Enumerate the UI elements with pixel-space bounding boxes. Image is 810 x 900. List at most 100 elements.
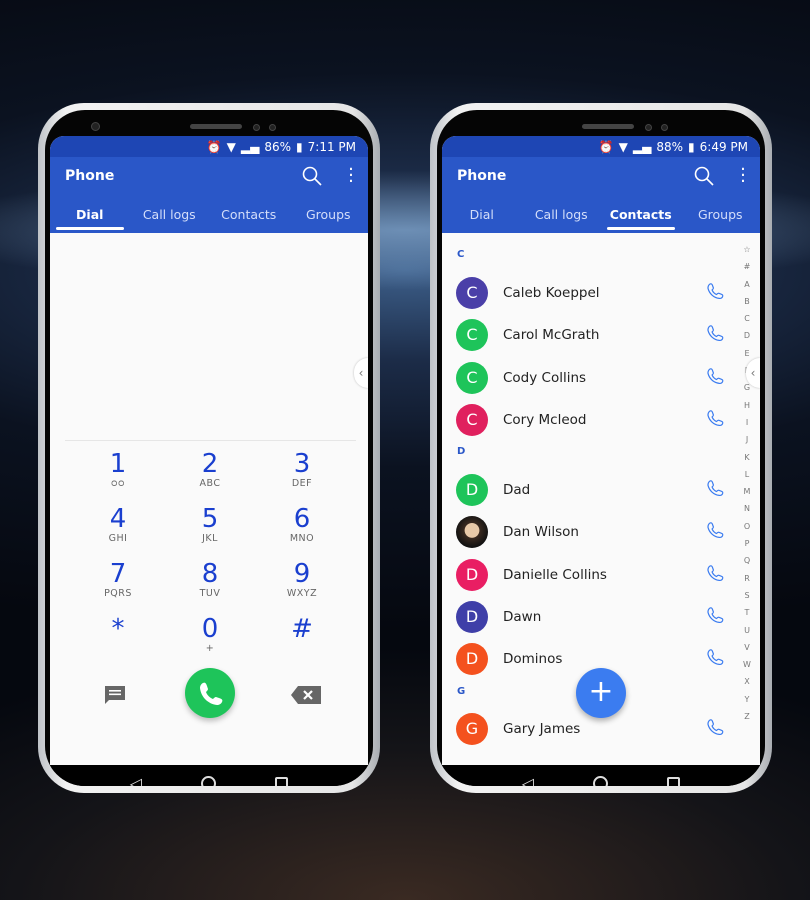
contact-row[interactable]: D Dawn (442, 596, 732, 638)
call-icon[interactable] (705, 409, 725, 429)
key-3[interactable]: 3 DEF (262, 450, 342, 489)
tab-call-logs[interactable]: Call logs (130, 197, 210, 233)
tab-dial[interactable]: Dial (442, 197, 522, 233)
key-digit: 7 (109, 559, 127, 589)
index-letter[interactable]: Y (740, 691, 754, 708)
home-icon[interactable] (201, 776, 217, 786)
edge-panel-handle[interactable]: ‹ (354, 358, 368, 388)
index-letter[interactable]: K (740, 449, 754, 466)
call-icon[interactable] (705, 479, 725, 499)
index-letter[interactable]: B (740, 293, 754, 310)
tab-dial[interactable]: Dial (50, 197, 130, 233)
index-letter[interactable]: ☆ (740, 241, 754, 258)
key-star[interactable]: * (78, 615, 158, 643)
contact-row[interactable]: C Cory Mcleod (442, 399, 732, 441)
call-icon[interactable] (705, 606, 725, 626)
contact-row[interactable]: Dan Wilson (442, 511, 732, 553)
index-letter[interactable]: A (740, 276, 754, 293)
index-letter[interactable]: R (740, 570, 754, 587)
key-9[interactable]: 9 WXYZ (262, 560, 342, 599)
contact-row[interactable]: C Carol McGrath (442, 314, 732, 356)
recents-icon[interactable] (275, 777, 289, 786)
back-icon[interactable]: ◁ (130, 774, 142, 786)
index-letter[interactable]: D (740, 327, 754, 344)
more-options-icon[interactable]: · · · (740, 161, 746, 191)
call-icon[interactable] (705, 521, 725, 541)
key-6[interactable]: 6 MNO (262, 505, 342, 544)
contact-row[interactable]: D Dad (442, 469, 732, 511)
index-letter[interactable]: P (740, 535, 754, 552)
more-options-icon[interactable]: · · · (348, 161, 354, 191)
contact-row[interactable]: C Caleb Koeppel (442, 272, 732, 314)
alphabet-index[interactable]: ☆#ABCDEFGHIJKLMNOPQRSTUVWXYZ (740, 241, 754, 725)
key-letters: TUV (199, 588, 221, 599)
search-icon[interactable] (694, 166, 714, 186)
index-letter[interactable]: L (740, 466, 754, 483)
index-letter[interactable]: # (740, 258, 754, 275)
backspace-icon[interactable] (290, 685, 322, 705)
battery-percent: 86% (264, 139, 292, 154)
earpiece (582, 124, 634, 129)
back-icon[interactable]: ◁ (522, 774, 534, 786)
call-icon[interactable] (705, 282, 725, 302)
avatar: D (456, 643, 488, 675)
index-letter[interactable]: U (740, 622, 754, 639)
call-icon[interactable] (705, 718, 725, 738)
index-letter[interactable]: O (740, 518, 754, 535)
key-5[interactable]: 5 JKL (170, 505, 250, 544)
index-letter[interactable]: S (740, 587, 754, 604)
home-icon[interactable] (593, 776, 609, 786)
key-7[interactable]: 7 PQRS (78, 560, 158, 599)
index-letter[interactable]: Z (740, 708, 754, 725)
tab-contacts[interactable]: Contacts (209, 197, 289, 233)
key-letters: ABC (199, 478, 221, 489)
index-letter[interactable]: I (740, 414, 754, 431)
avatar: D (456, 601, 488, 633)
index-letter[interactable]: V (740, 639, 754, 656)
key-letters: + (205, 643, 215, 654)
battery-icon: ▮ (688, 139, 695, 154)
tab-contacts[interactable]: Contacts (601, 197, 681, 233)
index-letter[interactable]: H (740, 397, 754, 414)
key-hash[interactable]: # (262, 615, 342, 643)
tab-call-logs[interactable]: Call logs (522, 197, 602, 233)
section-header: G (457, 686, 466, 697)
message-icon[interactable] (103, 684, 127, 706)
index-letter[interactable]: C (740, 310, 754, 327)
key-8[interactable]: 8 TUV (170, 560, 250, 599)
index-letter[interactable]: Q (740, 552, 754, 569)
status-bar: ⏰ ▼ ▂▄ 86% ▮ 7:11 PM (50, 136, 368, 157)
index-letter[interactable]: X (740, 673, 754, 690)
key-digit: 4 (109, 504, 127, 534)
key-digit: 6 (293, 504, 311, 534)
tab-groups[interactable]: Groups (289, 197, 369, 233)
call-icon[interactable] (705, 648, 725, 668)
add-contact-button[interactable]: + (576, 668, 626, 718)
contact-name: Caleb Koeppel (503, 285, 600, 301)
key-4[interactable]: 4 GHI (78, 505, 158, 544)
search-icon[interactable] (302, 166, 322, 186)
contact-name: Cory Mcleod (503, 412, 587, 428)
dialer-screen: ⏰ ▼ ▂▄ 86% ▮ 7:11 PM Phone · · · Dial Call… (50, 136, 368, 765)
index-letter[interactable]: T (740, 604, 754, 621)
index-letter[interactable]: J (740, 431, 754, 448)
index-letter[interactable]: W (740, 656, 754, 673)
index-letter[interactable]: M (740, 483, 754, 500)
key-0[interactable]: 0 + (170, 615, 250, 654)
key-1[interactable]: 1 ᴑᴑ (78, 450, 158, 489)
alarm-icon: ⏰ (206, 139, 222, 154)
section-header: C (457, 249, 465, 260)
index-letter[interactable]: N (740, 500, 754, 517)
call-button[interactable] (185, 668, 235, 718)
avatar: C (456, 277, 488, 309)
recents-icon[interactable] (667, 777, 681, 786)
call-icon[interactable] (705, 367, 725, 387)
call-icon[interactable] (705, 564, 725, 584)
call-icon[interactable] (705, 324, 725, 344)
contact-row[interactable]: C Cody Collins (442, 357, 732, 399)
phone-icon (200, 682, 223, 705)
battery-icon: ▮ (296, 139, 303, 154)
key-2[interactable]: 2 ABC (170, 450, 250, 489)
tab-groups[interactable]: Groups (681, 197, 761, 233)
contact-row[interactable]: D Danielle Collins (442, 554, 732, 596)
